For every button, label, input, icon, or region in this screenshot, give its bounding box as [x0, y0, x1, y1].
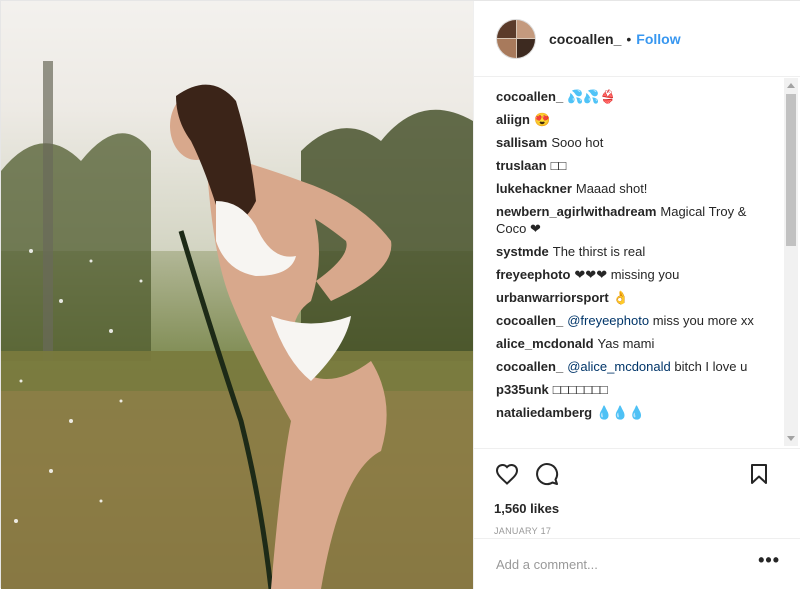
comments-scrollbar[interactable]	[784, 78, 798, 446]
comment-item: cocoallen_ @freyeephoto miss you more xx	[496, 312, 772, 329]
follow-button[interactable]: Follow	[636, 31, 680, 47]
post-side-panel: cocoallen_ • Follow cocoallen_ 💦💦👙 aliign…	[473, 1, 800, 589]
comment-item: alice_mcdonald Yas mami	[496, 335, 772, 352]
comment-username[interactable]: cocoallen_	[496, 313, 563, 328]
comment-text: miss you more xx	[652, 313, 754, 328]
comment-item: systmde The thirst is real	[496, 243, 772, 260]
post-date: JANUARY 17	[494, 526, 552, 536]
comment-item: urbanwarriorsport 👌	[496, 289, 772, 306]
avatar[interactable]	[496, 18, 536, 59]
likes-count[interactable]: 1,560 likes	[494, 501, 780, 516]
comment-username[interactable]: sallisam	[496, 135, 547, 150]
comment-text: Yas mami	[597, 336, 655, 351]
comment-username[interactable]: newbern_agirlwithadream	[496, 204, 656, 219]
photo-illustration	[1, 1, 473, 589]
header-separator: •	[626, 30, 632, 47]
comment-item: sallisam Sooo hot	[496, 134, 772, 151]
add-comment-bar: •••	[474, 538, 800, 589]
heart-icon	[495, 463, 519, 485]
comment-item: freyeephoto ❤❤❤ missing you	[496, 266, 772, 283]
save-button[interactable]	[746, 461, 772, 487]
comment-item: p335unk □□□□□□□	[496, 381, 772, 398]
more-options-icon[interactable]: •••	[758, 551, 780, 573]
scrollbar-thumb[interactable]	[786, 94, 796, 246]
comment-username[interactable]: p335unk	[496, 382, 549, 397]
comment-text: The thirst is real	[552, 244, 646, 259]
post-actions: 1,560 likes JANUARY 17	[474, 448, 800, 536]
comment-item: newbern_agirlwithadream Magical Troy & Co…	[496, 203, 772, 237]
comment-text: 💦💦👙	[567, 89, 616, 104]
comment-username[interactable]: urbanwarriorsport	[496, 290, 609, 305]
comment-text: □□	[550, 158, 567, 173]
comment-item: nataliedamberg 💧💧💧	[496, 404, 772, 421]
action-icon-row	[494, 459, 780, 489]
comment-username[interactable]: lukehackner	[496, 181, 572, 196]
comment-item: cocoallen_ 💦💦👙	[496, 88, 772, 105]
comment-button[interactable]	[534, 461, 560, 487]
comment-text: 👌	[612, 290, 629, 305]
comment-item: cocoallen_ @alice_mcdonald bitch I love u	[496, 358, 772, 375]
comment-item: lukehackner Maaad shot!	[496, 180, 772, 197]
comment-username[interactable]: truslaan	[496, 158, 547, 173]
post-header: cocoallen_ • Follow	[474, 1, 800, 77]
header-username[interactable]: cocoallen_	[549, 31, 621, 47]
comment-mention[interactable]: @alice_mcdonald	[567, 359, 671, 374]
bookmark-icon	[751, 464, 767, 484]
comment-username[interactable]: cocoallen_	[496, 359, 563, 374]
comment-item: truslaan □□	[496, 157, 772, 174]
comment-item: aliign 😍	[496, 111, 772, 128]
comment-text: 💧💧💧	[596, 405, 645, 420]
comment-text: ❤❤❤ missing you	[574, 267, 680, 282]
comment-bubble-icon	[536, 463, 559, 486]
comment-username[interactable]: cocoallen_	[496, 89, 563, 104]
add-comment-input[interactable]	[496, 556, 749, 572]
comment-username[interactable]: nataliedamberg	[496, 405, 592, 420]
instagram-post: cocoallen_ • Follow cocoallen_ 💦💦👙 aliign…	[0, 0, 800, 589]
scroll-down-arrow-icon[interactable]	[787, 436, 795, 441]
comment-username[interactable]: alice_mcdonald	[496, 336, 594, 351]
comment-mention[interactable]: @freyeephoto	[567, 313, 649, 328]
like-button[interactable]	[494, 461, 520, 487]
comment-username[interactable]: freyeephoto	[496, 267, 570, 282]
comments-list[interactable]: cocoallen_ 💦💦👙 aliign 😍 sallisam Sooo hot t…	[474, 78, 800, 448]
comment-text: Maaad shot!	[575, 181, 648, 196]
comment-text: bitch I love u	[674, 359, 748, 374]
comment-text: Sooo hot	[551, 135, 604, 150]
post-photo[interactable]	[1, 1, 473, 589]
comment-username[interactable]: systmde	[496, 244, 549, 259]
scroll-up-arrow-icon[interactable]	[787, 83, 795, 88]
comment-text: 😍	[533, 112, 551, 127]
comment-text: □□□□□□□	[552, 382, 608, 397]
comment-username[interactable]: aliign	[496, 112, 530, 127]
